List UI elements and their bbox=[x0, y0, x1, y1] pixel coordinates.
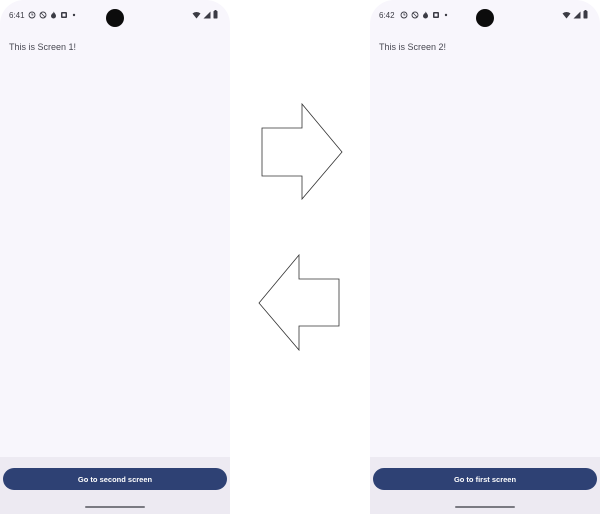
status-icons-left bbox=[400, 9, 449, 21]
go-to-second-screen-button[interactable]: Go to second screen bbox=[3, 468, 227, 490]
notification-icon bbox=[61, 12, 67, 18]
home-indicator[interactable] bbox=[85, 506, 145, 508]
camera-cutout bbox=[106, 9, 124, 27]
signal-icon bbox=[573, 11, 581, 18]
go-to-first-screen-button[interactable]: Go to first screen bbox=[373, 468, 597, 490]
status-time: 6:42 bbox=[379, 11, 395, 20]
do-not-disturb-icon bbox=[411, 11, 419, 19]
signal-icon bbox=[203, 11, 211, 18]
status-icons-right bbox=[192, 10, 218, 19]
phone-screen-2: 6:42 This is Screen 2! Go to first scree… bbox=[370, 0, 600, 514]
notification-icon bbox=[433, 12, 439, 18]
camera-cutout bbox=[476, 9, 494, 27]
home-indicator[interactable] bbox=[455, 506, 515, 508]
wifi-icon bbox=[562, 11, 571, 18]
status-bar: 6:41 bbox=[0, 0, 230, 32]
arrow-right-icon bbox=[261, 102, 343, 201]
status-time: 6:41 bbox=[9, 11, 25, 20]
dot-icon bbox=[72, 13, 76, 17]
arrow-left-icon bbox=[258, 253, 340, 352]
status-bar: 6:42 bbox=[370, 0, 600, 32]
alarm-icon bbox=[400, 11, 408, 19]
do-not-disturb-icon bbox=[39, 11, 47, 19]
screen-text: This is Screen 2! bbox=[379, 42, 447, 52]
battery-icon bbox=[213, 10, 218, 19]
wifi-icon bbox=[192, 11, 201, 18]
dot-icon bbox=[444, 13, 448, 17]
battery-icon bbox=[583, 10, 588, 19]
phone-screen-1: 6:41 This is Screen 1! Go to second scre… bbox=[0, 0, 230, 514]
fire-icon bbox=[51, 11, 56, 19]
alarm-icon bbox=[28, 11, 36, 19]
status-icons-right bbox=[562, 10, 588, 19]
status-icons-left bbox=[28, 9, 77, 21]
fire-icon bbox=[423, 11, 428, 19]
screen-text: This is Screen 1! bbox=[9, 42, 77, 52]
